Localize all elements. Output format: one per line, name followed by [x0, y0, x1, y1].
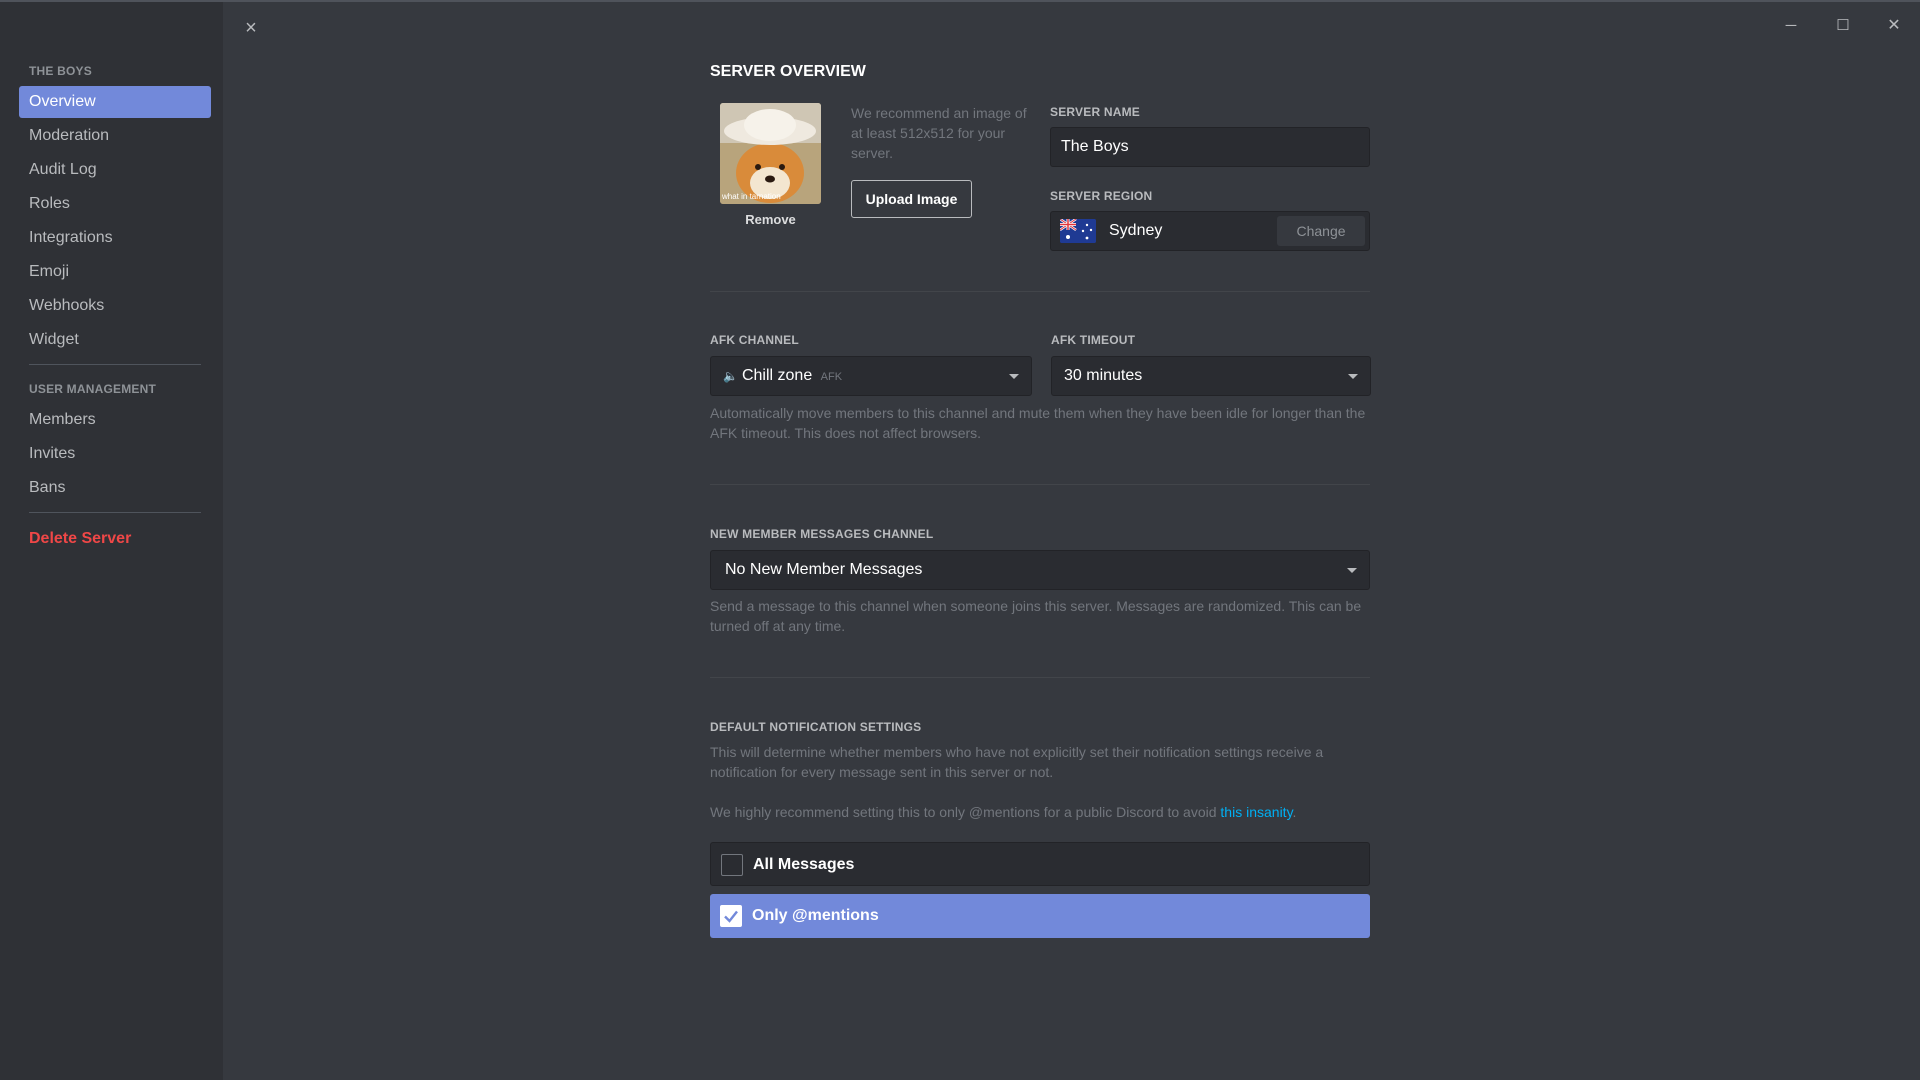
remove-avatar-link[interactable]: Remove: [720, 212, 821, 227]
server-region-label: SERVER REGION: [1050, 189, 1153, 203]
recommendation-suffix: .: [1292, 804, 1297, 820]
sidebar-item-members[interactable]: Members: [19, 404, 211, 436]
server-region-field: Sydney Change: [1050, 211, 1370, 251]
sidebar-item-delete-server[interactable]: Delete Server: [19, 523, 211, 555]
notification-settings-label: DEFAULT NOTIFICATION SETTINGS: [710, 720, 922, 734]
option-label: All Messages: [753, 856, 855, 873]
afk-timeout-label: AFK TIMEOUT: [1051, 333, 1136, 347]
sidebar-item-audit-log[interactable]: Audit Log: [19, 154, 211, 186]
afk-timeout-select[interactable]: 30 minutes: [1051, 356, 1371, 396]
afk-tag: AFK: [820, 371, 843, 383]
avatar-caption: what in tarnation: [722, 192, 781, 201]
sidebar-separator: [29, 512, 201, 513]
option-label: Only @mentions: [752, 907, 879, 924]
notification-recommendation: We highly recommend setting this to only…: [710, 802, 1370, 822]
section-divider: [710, 291, 1370, 292]
checkbox-checked[interactable]: [720, 905, 742, 927]
close-settings-button[interactable]: ×: [243, 18, 259, 38]
server-name-label: SERVER NAME: [1050, 105, 1140, 119]
speaker-icon: 🔈: [723, 369, 738, 383]
notification-hint: This will determine whether members who …: [710, 744, 1324, 780]
page-title: SERVER OVERVIEW: [710, 63, 866, 80]
user-management-header: USER MANAGEMENT: [29, 382, 157, 396]
this-insanity-link[interactable]: this insanity: [1220, 804, 1292, 820]
new-member-hint: Send a message to this channel when some…: [710, 598, 1362, 634]
new-member-channel-label: NEW MEMBER MESSAGES CHANNEL: [710, 527, 934, 541]
australia-flag-icon: [1060, 219, 1096, 243]
sidebar-item-webhooks[interactable]: Webhooks: [19, 290, 211, 322]
recommendation-text: We highly recommend setting this to only…: [710, 804, 1221, 820]
image-size-hint: We recommend an image of at least 512x51…: [851, 105, 1027, 161]
maximize-icon[interactable]: ☐: [1833, 16, 1853, 36]
sidebar-item-bans[interactable]: Bans: [19, 472, 211, 504]
section-divider: [710, 677, 1370, 678]
change-region-button[interactable]: Change: [1277, 216, 1365, 246]
sidebar-item-overview[interactable]: Overview: [19, 86, 211, 118]
new-member-channel-select[interactable]: No New Member Messages: [710, 550, 1370, 590]
minimize-icon[interactable]: ─: [1781, 16, 1801, 36]
sidebar-item-integrations[interactable]: Integrations: [19, 222, 211, 254]
option-only-mentions[interactable]: Only @mentions: [710, 894, 1370, 938]
server-region-value: Sydney: [1109, 222, 1163, 239]
chevron-down-icon: [1009, 374, 1019, 379]
afk-hint: Automatically move members to this chann…: [710, 405, 1366, 441]
sidebar-item-emoji[interactable]: Emoji: [19, 256, 211, 288]
sidebar-item-moderation[interactable]: Moderation: [19, 120, 211, 152]
afk-timeout-value: 30 minutes: [1064, 367, 1143, 384]
server-name-input[interactable]: The Boys: [1050, 127, 1370, 167]
close-window-icon[interactable]: ✕: [1884, 16, 1904, 36]
option-all-messages[interactable]: All Messages: [710, 842, 1370, 886]
afk-channel-label: AFK CHANNEL: [710, 333, 799, 347]
settings-sidebar: THE BOYS Overview Moderation Audit Log R…: [0, 2, 223, 1080]
upload-image-button[interactable]: Upload Image: [851, 180, 972, 218]
chevron-down-icon: [1348, 374, 1358, 379]
afk-channel-value: Chill zone: [741, 367, 813, 384]
sidebar-item-widget[interactable]: Widget: [19, 324, 211, 356]
server-name-header: THE BOYS: [29, 64, 92, 78]
section-divider: [710, 484, 1370, 485]
sidebar-item-invites[interactable]: Invites: [19, 438, 211, 470]
shiba-cowboy-icon: [720, 103, 821, 204]
checkbox-unchecked[interactable]: [721, 854, 743, 876]
sidebar-item-roles[interactable]: Roles: [19, 188, 211, 220]
chevron-down-icon: [1347, 568, 1357, 573]
afk-channel-select[interactable]: 🔈 Chill zone AFK: [710, 356, 1032, 396]
sidebar-separator: [29, 364, 201, 365]
checkmark-icon: [724, 910, 738, 923]
new-member-channel-value: No New Member Messages: [725, 561, 923, 578]
server-avatar[interactable]: what in tarnation: [720, 103, 821, 204]
